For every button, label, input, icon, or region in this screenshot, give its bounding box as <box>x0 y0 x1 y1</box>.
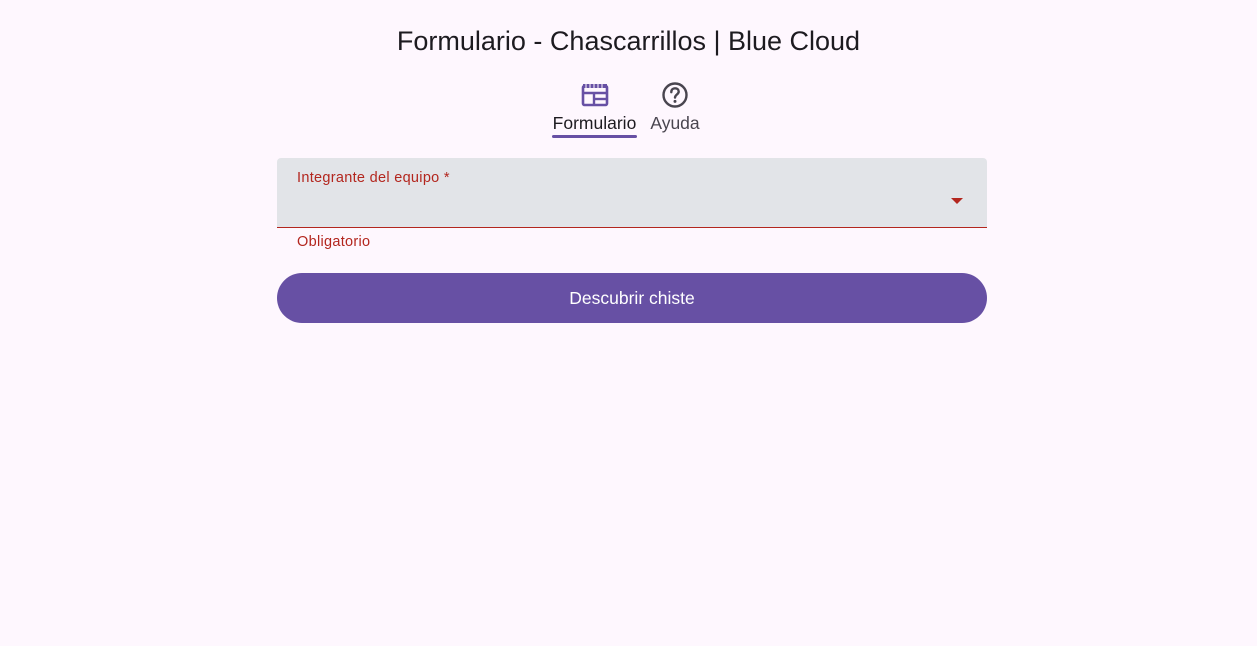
active-tab-indicator <box>552 135 637 138</box>
dropdown-arrow-icon <box>951 198 963 204</box>
team-member-select[interactable]: Integrante del equipo * <box>277 158 987 228</box>
tab-formulario-label: Formulario <box>552 113 637 133</box>
team-member-select-label: Integrante del equipo * <box>297 170 450 186</box>
tab-formulario[interactable]: Formulario <box>550 81 639 139</box>
page-title: Formulario - Chascarrillos | Blue Cloud <box>396 26 861 56</box>
table-chart-icon <box>581 84 608 107</box>
discover-joke-button[interactable]: Descubrir chiste <box>277 273 987 323</box>
tab-ayuda-label: Ayuda <box>650 113 700 133</box>
page: Formulario - Chascarrillos | Blue Cloud … <box>0 0 1257 646</box>
tab-ayuda[interactable]: Ayuda <box>649 81 701 139</box>
help-circle-icon <box>662 82 688 108</box>
field-error-text: Obligatorio <box>297 234 371 250</box>
tab-bar: Formulario Ayuda <box>550 81 701 139</box>
